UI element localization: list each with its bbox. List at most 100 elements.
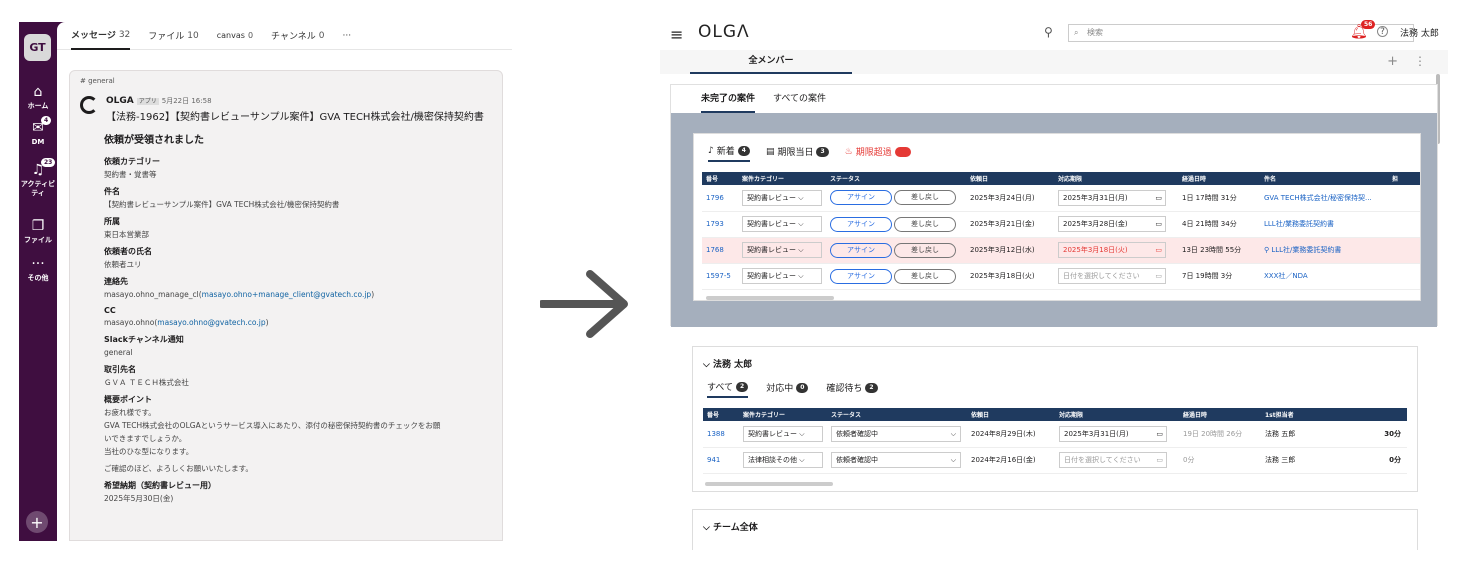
status-select[interactable]: 依頼者確認中 ⌵	[831, 452, 961, 468]
contact-email-link[interactable]: masayo.ohno+manage_client@gvatech.co.jp	[202, 290, 372, 299]
tab-incomplete-cases[interactable]: 未完了の案件	[701, 85, 756, 113]
tab-channels[interactable]: チャンネル 0	[271, 22, 324, 50]
due-value: 2025年5月30日(金)	[104, 494, 174, 503]
rail-item-files[interactable]: ❐ ファイル	[19, 218, 57, 245]
count-badge: 4	[737, 145, 750, 156]
menu-icon[interactable]: ≡	[670, 25, 683, 44]
table-row[interactable]: 1793 契約書レビュー ⌵ アサイン 差し戻し 2025年3月21日(金) 20…	[702, 211, 1420, 238]
category-select[interactable]: 契約書レビュー ⌵	[742, 189, 822, 206]
col-first-owner[interactable]: 1st担当者	[1261, 408, 1407, 421]
person-search-icon[interactable]: ⚲	[1044, 25, 1053, 39]
tab-all-members[interactable]: 全メンバー	[690, 50, 852, 74]
summary-line: いできますでしょうか。	[104, 434, 187, 443]
contact-close: )	[371, 290, 375, 299]
category-select[interactable]: 契約書レビュー ⌵	[743, 425, 823, 442]
rail-item-activity[interactable]: ♫ 23 アクティビティ	[19, 158, 57, 198]
rail-item-home[interactable]: ⌂ ホーム	[19, 84, 57, 111]
col-due-date[interactable]: 対応期限	[1054, 172, 1178, 185]
sender-name[interactable]: OLGA	[106, 96, 134, 106]
col-status[interactable]: ステータス	[826, 172, 966, 185]
due-date-input[interactable]: 2025年3月31日(月) ▭	[1059, 425, 1167, 442]
due-date-input[interactable]: 2025年3月18日(火) ▭	[1058, 242, 1166, 258]
case-number[interactable]: 1768	[702, 237, 738, 264]
tab-new[interactable]: ♪ 新着 4	[708, 144, 750, 162]
col-request-date[interactable]: 依頼日	[966, 172, 1054, 185]
table-row[interactable]: 1597-5 契約書レビュー ⌵ アサイン 差し戻し 2025年3月18日(火) …	[702, 263, 1420, 290]
horizontal-scrollbar[interactable]	[706, 295, 834, 300]
case-subject-link[interactable]: XXX社／NDA	[1260, 263, 1388, 290]
case-number[interactable]: 1597-5	[702, 263, 738, 290]
workspace-avatar[interactable]: GT	[24, 34, 51, 61]
table-row-overdue[interactable]: 1768 契約書レビュー ⌵ アサイン 差し戻し 2025年3月12日(水) 20…	[702, 237, 1420, 264]
col-number[interactable]: 番号	[703, 408, 739, 421]
col-owner[interactable]: 担	[1388, 172, 1420, 185]
case-subject-link[interactable]: GVA TECH株式会社/秘密保持契...	[1260, 185, 1388, 212]
assign-button[interactable]: アサイン	[830, 242, 892, 258]
message-time[interactable]: 5月22日 16:58	[162, 97, 212, 105]
help-icon[interactable]: ?	[1377, 26, 1388, 37]
category-value: 契約書レビュー	[748, 429, 797, 438]
due-date-input[interactable]: 日付を選択してください ▭	[1059, 452, 1167, 468]
col-request-date[interactable]: 依頼日	[967, 408, 1055, 421]
tab-due-today[interactable]: ▤ 期限当日 3	[766, 145, 829, 161]
olga-logo[interactable]: OLGΛ	[698, 22, 750, 42]
due-date-input[interactable]: 2025年3月31日(月) ▭	[1058, 189, 1166, 206]
assign-button[interactable]: アサイン	[830, 268, 892, 284]
tab-messages[interactable]: メッセージ 32	[71, 22, 131, 50]
table-row[interactable]: 1388 契約書レビュー ⌵ 依頼者確認中 ⌵ 2024年8月29日(木) 202…	[703, 421, 1407, 448]
due-date-input[interactable]: 2025年3月28日(金) ▭	[1058, 216, 1166, 232]
return-button[interactable]: 差し戻し	[894, 190, 956, 206]
category-select[interactable]: 契約書レビュー ⌵	[742, 216, 822, 232]
kebab-menu-icon[interactable]: ⋮	[1414, 54, 1426, 68]
case-number[interactable]: 1793	[702, 211, 738, 238]
category-select[interactable]: 契約書レビュー ⌵	[742, 268, 822, 284]
tab-all[interactable]: すべて 2	[707, 380, 749, 398]
col-category[interactable]: 案件カテゴリー	[739, 408, 827, 421]
personal-cases-table: 番号 案件カテゴリー ステータス 依頼日 対応期限 経過日時 1st担当者 13…	[703, 408, 1407, 474]
assign-button[interactable]: アサイン	[830, 190, 892, 206]
table-row[interactable]: 1796 契約書レビュー ⌵ アサイン 差し戻し 2025年3月24日(月) 20…	[702, 185, 1420, 212]
status-select[interactable]: 依頼者確認中 ⌵	[831, 425, 961, 442]
col-due-date[interactable]: 対応期限	[1055, 408, 1179, 421]
case-number[interactable]: 941	[703, 447, 739, 474]
tab-overdue[interactable]: ♨ 期限超過 22	[845, 145, 912, 161]
panel-header[interactable]: ⌵ 法務 太郎	[693, 347, 1417, 376]
return-button[interactable]: 差し戻し	[894, 242, 956, 258]
col-number[interactable]: 番号	[702, 172, 738, 185]
col-elapsed[interactable]: 経過日時	[1178, 172, 1260, 185]
rail-item-more[interactable]: ··· その他	[19, 256, 57, 283]
col-category[interactable]: 案件カテゴリー	[738, 172, 826, 185]
return-button[interactable]: 差し戻し	[894, 216, 956, 232]
user-name[interactable]: 法務 太郎	[1400, 26, 1439, 39]
category-select[interactable]: 契約書レビュー ⌵	[742, 242, 822, 258]
tab-all-cases[interactable]: すべての案件	[773, 85, 826, 113]
cc-email-link[interactable]: masayo.ohno@gvatech.co.jp	[157, 318, 265, 327]
subject-text: LLL社/業務委託契約書	[1271, 246, 1342, 254]
tab-canvas[interactable]: canvas 0	[217, 22, 253, 50]
category-select[interactable]: 法律相談その他 ⌵	[743, 452, 823, 468]
tab-awaiting-confirmation[interactable]: 確認待ち 2	[826, 381, 878, 397]
slack-tabs: メッセージ 32 ファイル 10 canvas 0 チャンネル 0 ···	[57, 22, 512, 50]
col-status[interactable]: ステータス	[827, 408, 967, 421]
more-tabs-button[interactable]: ···	[343, 22, 352, 50]
tab-in-progress[interactable]: 対応中 0	[766, 381, 809, 397]
horizontal-scrollbar[interactable]	[705, 481, 833, 486]
tab-files[interactable]: ファイル 10	[148, 22, 198, 50]
col-elapsed[interactable]: 経過日時	[1179, 408, 1261, 421]
case-number[interactable]: 1796	[702, 185, 738, 212]
activity-badge: 23	[41, 158, 56, 167]
field-value: masayo.ohno(masayo.ohno@gvatech.co.jp)	[104, 317, 492, 328]
field-value: 【契約書レビューサンプル案件】GVA TECH株式会社/機密保持契約書	[104, 200, 340, 209]
case-subject-link[interactable]: LLL社/業務委託契約書	[1260, 211, 1388, 238]
due-date-input[interactable]: 日付を選択してください ▭	[1058, 268, 1166, 284]
case-number[interactable]: 1388	[703, 421, 739, 448]
add-icon[interactable]: +	[26, 511, 48, 533]
assign-button[interactable]: アサイン	[830, 216, 892, 232]
rail-item-dm[interactable]: ✉ 4 DM	[19, 116, 57, 147]
case-subject-link[interactable]: ⚲ LLL社/業務委託契約書	[1260, 237, 1388, 264]
col-subject[interactable]: 件名	[1260, 172, 1388, 185]
panel-header[interactable]: ⌵ チーム全体	[693, 510, 1417, 539]
return-button[interactable]: 差し戻し	[894, 268, 956, 284]
add-icon[interactable]: +	[1387, 54, 1398, 69]
table-row[interactable]: 941 法律相談その他 ⌵ 依頼者確認中 ⌵ 2024年2月16日(金) 日付を選…	[703, 447, 1407, 474]
